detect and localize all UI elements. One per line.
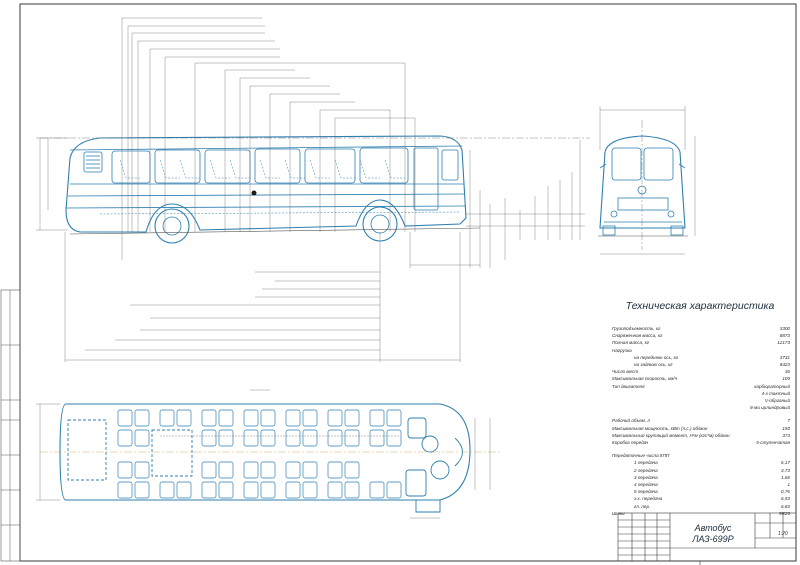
spec-value: 6,53 <box>781 496 790 502</box>
spec-label: Грузоподъемность, кг <box>612 326 661 331</box>
spec-value: 100 <box>782 376 790 382</box>
spec-row: 5 передача 0,76 <box>612 489 790 496</box>
title-block-name-line1: Автобус <box>694 523 732 533</box>
spec-value: 6,17 <box>781 460 790 466</box>
spec-row: Передаточные числа КПП <box>612 453 790 460</box>
spec-label: з.х. передача <box>634 496 663 502</box>
spec-row: 8-ми цилиндровый <box>612 405 790 412</box>
spec-value: 7 <box>787 418 790 424</box>
spec-row: 3 передача 1,66 <box>612 475 790 482</box>
spec-value: 12173 <box>777 340 790 346</box>
spec-label: Коробка передач <box>612 440 649 445</box>
left-margin-stamp <box>0 289 21 562</box>
spec-row: на переднюю ось, кг 3731 <box>612 355 790 362</box>
spec-label: Передаточные числа КПП <box>612 453 670 459</box>
spec-label: гл. пер. <box>634 503 651 509</box>
spec-value: 3,73 <box>781 467 790 473</box>
spec-label: 1 передача <box>634 460 658 466</box>
spec-label: 5 передача <box>634 489 658 495</box>
spec-value: 373 <box>782 432 790 438</box>
spec-value: 3300 <box>779 326 790 331</box>
spec-row: Грузоподъемность, кг 3300 <box>612 326 790 333</box>
specs-title: Техническая характеристика <box>625 300 775 312</box>
spec-value: 1 <box>787 482 790 487</box>
spec-row: Число мест 36 <box>612 369 790 376</box>
spec-label: Рабочий объем, л <box>612 418 650 424</box>
spec-value: 9R20 <box>779 510 790 516</box>
spec-value: 150 <box>782 425 790 431</box>
spec-row: 4 передача 1 <box>612 482 790 489</box>
spec-row: Максимальный крутящий момент, Н*м (кгс*м… <box>612 433 790 440</box>
spec-row: на заднюю ось, кг 8423 <box>612 362 790 369</box>
side-dimensions <box>36 17 590 362</box>
spec-label: на переднюю ось, кг <box>634 354 679 360</box>
spec-row: Максимальная скорость, км/ч 100 <box>612 376 790 383</box>
plan-view <box>59 403 471 513</box>
spec-row: Коробка передач 5-ступенчатая <box>612 440 790 447</box>
spec-value: 3731 <box>779 354 790 360</box>
spec-row: Нагрузка <box>612 348 790 355</box>
spec-row: Шины 9R20 <box>612 511 790 518</box>
spec-value: 1,66 <box>781 474 790 480</box>
spec-row: Полная масса, кг 12173 <box>612 340 790 347</box>
spec-row: V-образный <box>612 398 790 405</box>
spec-value: 8423 <box>779 362 790 367</box>
spec-value: 4-х тактный <box>761 390 791 396</box>
spec-value: 0,76 <box>781 489 790 495</box>
spec-label: 4 передача <box>634 482 658 487</box>
spec-row: Снаряженная масса, кг 8873 <box>612 333 790 340</box>
spec-label: Нагрузка <box>612 347 632 353</box>
spec-value: 36 <box>784 369 790 375</box>
spec-value: 5-ступенчатая <box>756 440 790 445</box>
spec-row: 2 передача 3,73 <box>612 468 790 475</box>
title-block-scale: 1:20 <box>778 531 788 537</box>
spec-value: карбюраторный <box>754 383 790 389</box>
spec-label: Максимальная мощность, кВт (л.с.) об/мин <box>612 425 708 431</box>
drawing-sheet: Техническая характеристика Грузоподъемно… <box>0 0 800 565</box>
spec-value: 6,83 <box>781 503 790 509</box>
spec-row: Рабочий объем, л 7 <box>612 418 790 425</box>
title-block-name-line2: ЛАЗ-699Р <box>692 534 734 544</box>
front-view <box>598 135 688 237</box>
spec-label: Тип двигателя <box>612 383 645 389</box>
spec-label: Снаряженная масса, кг <box>612 333 663 339</box>
spec-label: Полная масса, кг <box>612 340 650 346</box>
spec-value: V-образный <box>764 398 790 403</box>
spec-row: Максимальная мощность, кВт (л.с.) об/мин… <box>612 426 790 433</box>
spec-label: Число мест <box>612 369 639 375</box>
spec-value: 8-ми цилиндровый <box>750 405 790 411</box>
title-block-name: Автобус ЛАЗ-699Р <box>672 523 754 545</box>
spec-label: Максимальный крутящий момент, Н*м (кгс*м… <box>612 432 730 438</box>
spec-row: з.х. передача 6,53 <box>612 496 790 503</box>
spec-row: 4-х тактный <box>612 390 791 398</box>
spec-label: Максимальная скорость, км/ч <box>612 376 678 382</box>
spec-value: 8873 <box>779 333 790 339</box>
spec-label: на заднюю ось, кг <box>634 362 673 367</box>
spec-row: 1 передача 6,17 <box>612 460 790 467</box>
spec-row: Тип двигателя карбюраторный <box>612 384 790 391</box>
spec-row: гл. пер. 6,83 <box>612 504 790 511</box>
spec-label: 3 передача <box>634 474 658 480</box>
spec-label: 2 передача <box>634 467 658 473</box>
spec-label: Шины <box>612 510 625 516</box>
